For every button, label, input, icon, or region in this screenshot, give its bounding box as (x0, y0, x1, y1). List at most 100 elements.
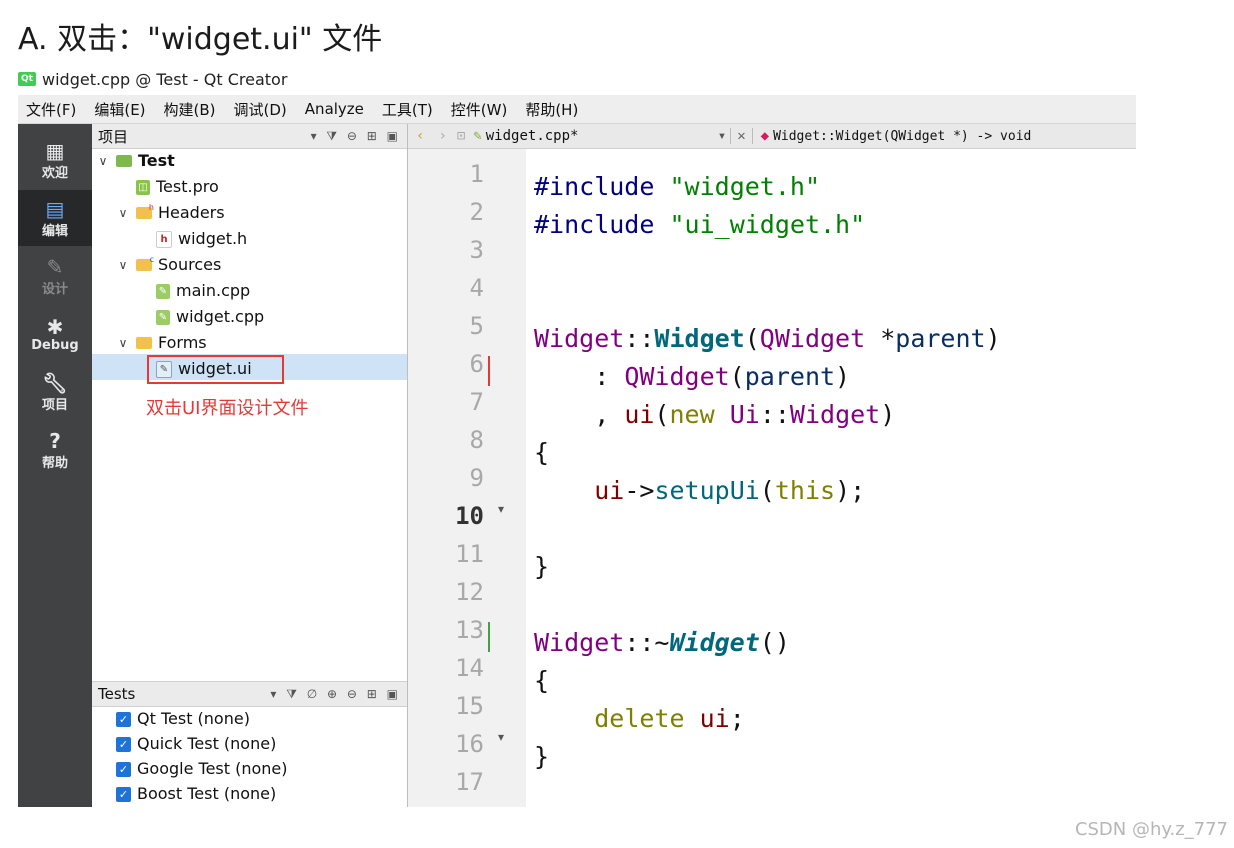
line-number: 1 (469, 160, 484, 188)
header-file-icon: h (156, 230, 172, 248)
pencil-icon: ✎ (46, 254, 64, 279)
code-line-6[interactable]: : QWidget(parent) (534, 358, 850, 396)
code-line-9[interactable]: ui->setupUi(this); (534, 472, 865, 510)
code-line-11[interactable]: } (534, 548, 549, 586)
window-title: widget.cpp @ Test - Qt Creator (42, 69, 288, 89)
line-number: 5 (469, 312, 484, 340)
change-marker (488, 356, 490, 386)
menu-widgets[interactable]: 控件(W) (451, 99, 508, 120)
line-number: 3 (469, 236, 484, 264)
mode-sidebar: ▦ 欢迎 ▤ 编辑 ✎ 设计 ✱ Debug 🔧︎ 项目 ? 帮助 (18, 124, 92, 807)
nav-forward-icon[interactable]: › (432, 128, 452, 144)
line-number: 4 (469, 274, 484, 302)
fold-marker-icon[interactable]: ▾ (498, 490, 504, 528)
mode-welcome[interactable]: ▦ 欢迎 (18, 132, 92, 188)
test-item-boost[interactable]: ✓ Boost Test (none) (116, 781, 276, 807)
cpp-file-icon: ✎ (473, 128, 482, 144)
checkbox-checked-icon[interactable]: ✓ (116, 736, 131, 752)
symbol-selector[interactable]: Widget::Widget(QWidget *) -> void (773, 129, 1031, 144)
project-pane: 项目 ▾ ⧩ ⊖ ⊞ ▣ ∨ Test ◫ Test.pro ∨ h Heade… (92, 124, 408, 807)
menu-build[interactable]: 构建(B) (164, 99, 216, 120)
line-number: 2 (469, 198, 484, 226)
line-number: 12 (455, 578, 484, 606)
tree-item-forms[interactable]: ∨ Forms (116, 330, 207, 356)
code-line-7[interactable]: , ui(new Ui::Widget) (534, 396, 895, 434)
tree-item-main-cpp[interactable]: ✎ main.cpp (156, 278, 250, 304)
chevron-down-icon: ∨ (118, 336, 128, 350)
code-line-5[interactable]: Widget::Widget(QWidget *parent) (534, 320, 1001, 358)
code-line-13[interactable]: Widget::~Widget() (534, 624, 790, 662)
menu-analyze[interactable]: Analyze (305, 100, 364, 118)
code-line-1[interactable]: #include "widget.h" (534, 168, 820, 206)
line-number: 9 (469, 464, 484, 492)
file-tab[interactable]: widget.cpp* (486, 128, 714, 144)
tree-item-test[interactable]: ∨ Test (96, 148, 175, 174)
code-line-2[interactable]: #include "ui_widget.h" (534, 206, 865, 244)
checkbox-checked-icon[interactable]: ✓ (116, 761, 131, 777)
tree-item-widget-cpp[interactable]: ✎ widget.cpp (156, 304, 264, 330)
mode-help[interactable]: ? 帮助 (18, 422, 92, 478)
highlight-box (147, 355, 284, 384)
test-item-google[interactable]: ✓ Google Test (none) (116, 756, 288, 782)
watermark: CSDN @hy.z_777 (1074, 819, 1228, 840)
line-number: 14 (455, 654, 484, 682)
menu-edit[interactable]: 编辑(E) (94, 99, 145, 120)
edit-doc-icon: ▤ (45, 196, 65, 221)
code-line-14[interactable]: { (534, 662, 549, 700)
symbol-icon: ◆ (760, 128, 770, 144)
checkbox-checked-icon[interactable]: ✓ (116, 786, 131, 802)
menu-help[interactable]: 帮助(H) (525, 99, 578, 120)
close-icon[interactable]: ✕ (730, 128, 753, 144)
tree-item-widget-h[interactable]: h widget.h (156, 226, 247, 252)
line-number: 16 (455, 730, 484, 758)
nav-back-icon[interactable]: ‹ (408, 128, 432, 144)
mode-debug[interactable]: ✱ Debug (18, 306, 92, 362)
menu-debug[interactable]: 调试(D) (234, 99, 287, 120)
code-line-15[interactable]: delete ui; (534, 700, 745, 738)
code-line-16[interactable]: } (534, 738, 549, 776)
line-number: 17 (455, 768, 484, 796)
qt-creator-window: 文件(F) 编辑(E) 构建(B) 调试(D) Analyze 工具(T) 控件… (18, 95, 1136, 807)
window-title-bar: Qt widget.cpp @ Test - Qt Creator (18, 68, 287, 90)
mode-design[interactable]: ✎ 设计 (18, 248, 92, 304)
folder-icon: h (136, 203, 154, 219)
fold-marker-icon[interactable]: ▾ (498, 718, 504, 756)
wrench-icon: 🔧︎ (42, 370, 68, 395)
chevron-down-icon: ∨ (98, 154, 108, 168)
test-item-qt[interactable]: ✓ Qt Test (none) (116, 706, 250, 732)
test-item-quick[interactable]: ✓ Quick Test (none) (116, 731, 276, 757)
bug-icon: ✱ (46, 314, 64, 339)
tests-pane-tools[interactable]: ▾ ⧩ ∅ ⊕ ⊖ ⊞ ▣ (270, 687, 407, 702)
line-number: 6 (469, 350, 484, 378)
code-line-8[interactable]: { (534, 434, 549, 472)
line-number: 13 (455, 616, 484, 644)
tree-item-sources[interactable]: ∨ c Sources (116, 252, 222, 278)
line-number: 8 (469, 426, 484, 454)
pro-file-icon: ◫ (136, 179, 150, 195)
cpp-file-icon: ✎ (156, 309, 170, 325)
tree-item-headers[interactable]: ∨ h Headers (116, 200, 225, 226)
editor-toolbar: ‹ › ⊡ ✎ widget.cpp* ▾ ✕ ◆ Widget::Widget… (408, 124, 1136, 149)
lock-icon: ⊡ (456, 128, 466, 144)
menu-tools[interactable]: 工具(T) (382, 99, 433, 120)
cpp-file-icon: ✎ (156, 283, 170, 299)
page-heading: A. 双击："widget.ui" 文件 (18, 22, 383, 57)
chevron-down-icon[interactable]: ▾ (714, 128, 730, 144)
line-number: 7 (469, 388, 484, 416)
qt-logo-icon: Qt (18, 72, 36, 86)
mode-projects[interactable]: 🔧︎ 项目 (18, 364, 92, 420)
checkbox-checked-icon[interactable]: ✓ (116, 711, 131, 727)
menu-file[interactable]: 文件(F) (26, 99, 76, 120)
project-pane-tools[interactable]: ▾ ⧩ ⊖ ⊞ ▣ (311, 129, 407, 144)
grid-icon: ▦ (45, 138, 65, 163)
line-number: 15 (455, 692, 484, 720)
code-editor: ‹ › ⊡ ✎ widget.cpp* ▾ ✕ ◆ Widget::Widget… (408, 124, 1136, 807)
help-icon: ? (49, 428, 61, 453)
change-marker (488, 622, 490, 652)
project-icon (116, 155, 132, 167)
menu-bar: 文件(F) 编辑(E) 构建(B) 调试(D) Analyze 工具(T) 控件… (18, 95, 1136, 124)
project-pane-header: 项目 ▾ ⧩ ⊖ ⊞ ▣ (92, 124, 407, 149)
chevron-down-icon: ∨ (118, 258, 128, 272)
mode-edit[interactable]: ▤ 编辑 (18, 190, 92, 246)
tests-pane-header: Tests ▾ ⧩ ∅ ⊕ ⊖ ⊞ ▣ (92, 681, 407, 707)
